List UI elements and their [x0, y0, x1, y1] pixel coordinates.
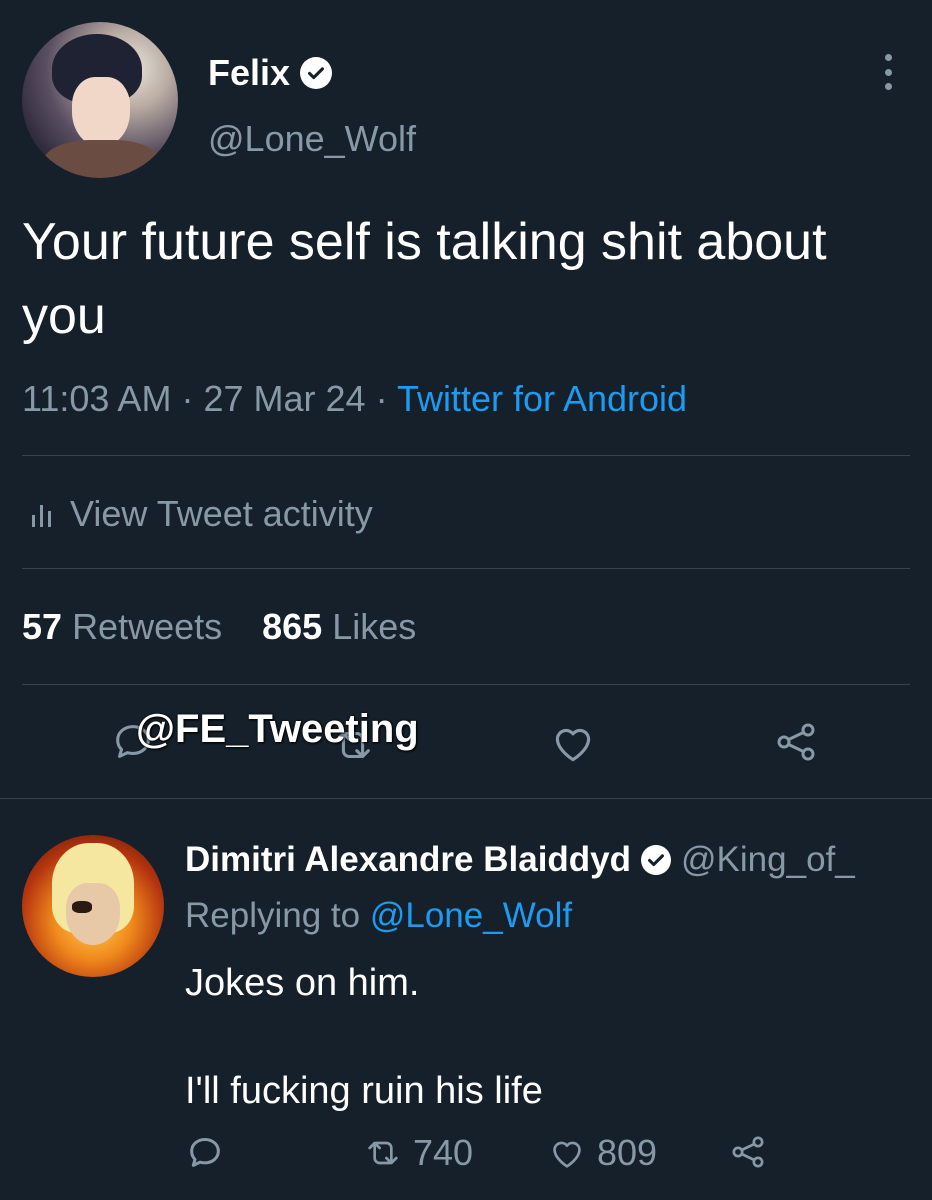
reply-text: Jokes on him. I'll fucking ruin his life: [185, 962, 543, 1112]
like-heart-icon: [553, 1141, 581, 1168]
tweet-source-link[interactable]: Twitter for Android: [397, 378, 687, 419]
retweet-count: 57: [22, 606, 63, 647]
meta-separator: ·: [181, 378, 194, 419]
reply-author-avatar[interactable]: [22, 835, 164, 977]
avatar-eyepatch: [72, 901, 92, 913]
divider: [0, 798, 932, 799]
like-count: 865: [262, 606, 323, 647]
author-handle[interactable]: @Lone_Wolf: [208, 118, 416, 160]
tweet-stats: 57 Retweets 865 Likes: [22, 606, 416, 648]
avatar-face: [72, 77, 130, 147]
replying-to-mention[interactable]: @Lone_Wolf: [370, 896, 572, 935]
meta-separator: ·: [375, 378, 388, 419]
reply-author-handle[interactable]: @King_of_: [681, 840, 855, 880]
replying-to-line: Replying to @Lone_Wolf: [185, 896, 572, 936]
likes-stat[interactable]: 865 Likes: [262, 606, 416, 648]
retweet-icon: [368, 1141, 398, 1165]
likes-label: Likes: [332, 606, 417, 647]
view-activity-button[interactable]: View Tweet activity: [30, 493, 373, 535]
more-options-icon[interactable]: [878, 54, 898, 90]
reply-retweet-count: 740: [413, 1132, 474, 1173]
tweet-meta: 11:03 AM · 27 Mar 24 · Twitter for Andro…: [22, 378, 687, 420]
divider: [22, 684, 910, 685]
tweet-date: 27 Mar 24: [203, 378, 366, 419]
like-heart-icon[interactable]: [548, 718, 598, 768]
share-icon[interactable]: [772, 718, 820, 766]
author-avatar[interactable]: [22, 22, 178, 178]
reply-author-name[interactable]: Dimitri Alexandre Blaiddyd: [185, 840, 631, 880]
reply-action-bar: 740 809: [185, 1132, 905, 1182]
reply-share-button[interactable]: [728, 1132, 768, 1172]
reply-author-row[interactable]: Dimitri Alexandre Blaiddyd @King_of_: [185, 840, 855, 880]
tweet-time: 11:03 AM: [22, 378, 172, 419]
reply-retweet-button[interactable]: 740: [363, 1132, 473, 1174]
replying-to-prefix: Replying to: [185, 896, 361, 935]
avatar-clothing: [42, 140, 162, 178]
retweets-label: Retweets: [72, 606, 223, 647]
verified-badge-icon: [641, 845, 672, 875]
reply-like-button[interactable]: 809: [547, 1132, 657, 1174]
share-icon: [732, 1136, 764, 1168]
tweet-text: Your future self is talking shit about y…: [22, 213, 827, 345]
retweets-stat[interactable]: 57 Retweets: [22, 606, 222, 648]
divider: [22, 455, 910, 456]
analytics-bars-icon: [32, 505, 51, 527]
divider: [22, 568, 910, 569]
tweet-detail-screen: Felix @Lone_Wolf Your future self is tal…: [0, 0, 932, 1200]
reply-like-count: 809: [597, 1132, 658, 1173]
avatar-face: [66, 883, 120, 945]
reply-reply-button[interactable]: [185, 1132, 225, 1172]
author-name-row[interactable]: Felix: [208, 52, 333, 94]
view-activity-label: View Tweet activity: [70, 493, 373, 534]
watermark-text: @FE_Tweeting: [136, 707, 419, 751]
reply-icon: [190, 1138, 220, 1167]
verified-badge-icon: [300, 57, 333, 89]
author-display-name[interactable]: Felix: [208, 52, 290, 94]
